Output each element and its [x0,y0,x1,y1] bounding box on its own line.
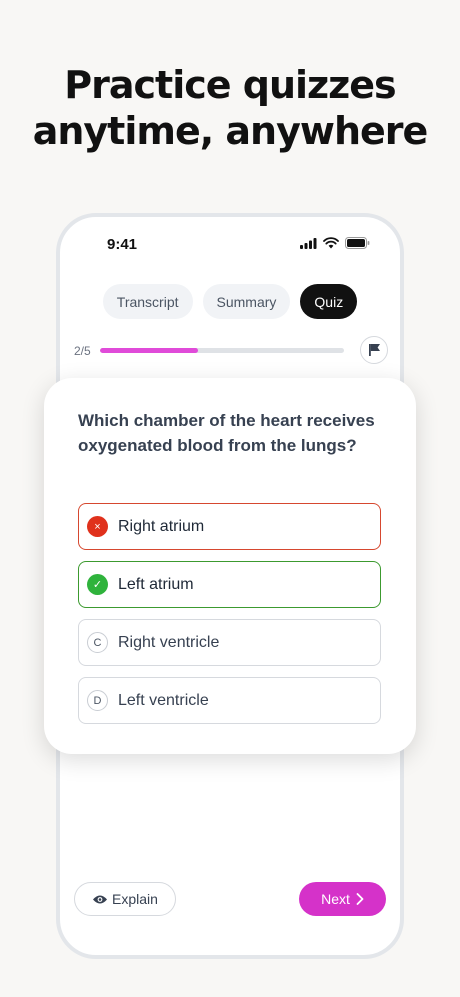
flag-icon [368,344,380,356]
answer-label: Right atrium [118,517,205,535]
wifi-icon [323,237,339,249]
answer-option-b[interactable]: ✓ Left atrium [78,561,381,608]
answer-option-d[interactable]: D Left ventricle [78,677,381,724]
wrong-icon: × [87,516,108,537]
answer-option-a[interactable]: × Right atrium [78,503,381,550]
answer-label: Right ventricle [118,633,220,651]
tab-quiz[interactable]: Quiz [300,284,358,319]
next-button[interactable]: Next [299,882,386,916]
option-letter-badge: D [87,690,108,711]
tab-transcript[interactable]: Transcript [102,284,193,319]
battery-icon [345,237,370,249]
explain-label: Explain [112,891,158,907]
headline: Practice quizzes anytime, anywhere [0,62,460,154]
question-card: Which chamber of the heart receives oxyg… [44,378,416,754]
headline-line-1: Practice quizzes [64,63,396,107]
progress-bar-fill [100,348,198,353]
next-label: Next [321,891,350,907]
answer-label: Left atrium [118,575,194,593]
tab-summary[interactable]: Summary [202,284,291,319]
option-letter-badge: C [87,632,108,653]
headline-line-2: anytime, anywhere [32,109,429,153]
tab-bar: Transcript Summary Quiz [60,284,400,319]
answer-option-c[interactable]: C Right ventricle [78,619,381,666]
progress-bar [100,348,344,353]
question-text: Which chamber of the heart receives oxyg… [78,411,375,455]
signal-icon [300,237,317,249]
eye-icon [93,895,108,903]
answer-label: Left ventricle [118,691,209,709]
progress-label: 2/5 [74,344,91,358]
explain-button[interactable]: Explain [74,882,176,916]
flag-button[interactable] [360,336,388,364]
check-icon: ✓ [87,574,108,595]
chevron-right-icon [356,893,364,905]
status-time: 9:41 [107,236,138,253]
status-icons [300,237,370,249]
